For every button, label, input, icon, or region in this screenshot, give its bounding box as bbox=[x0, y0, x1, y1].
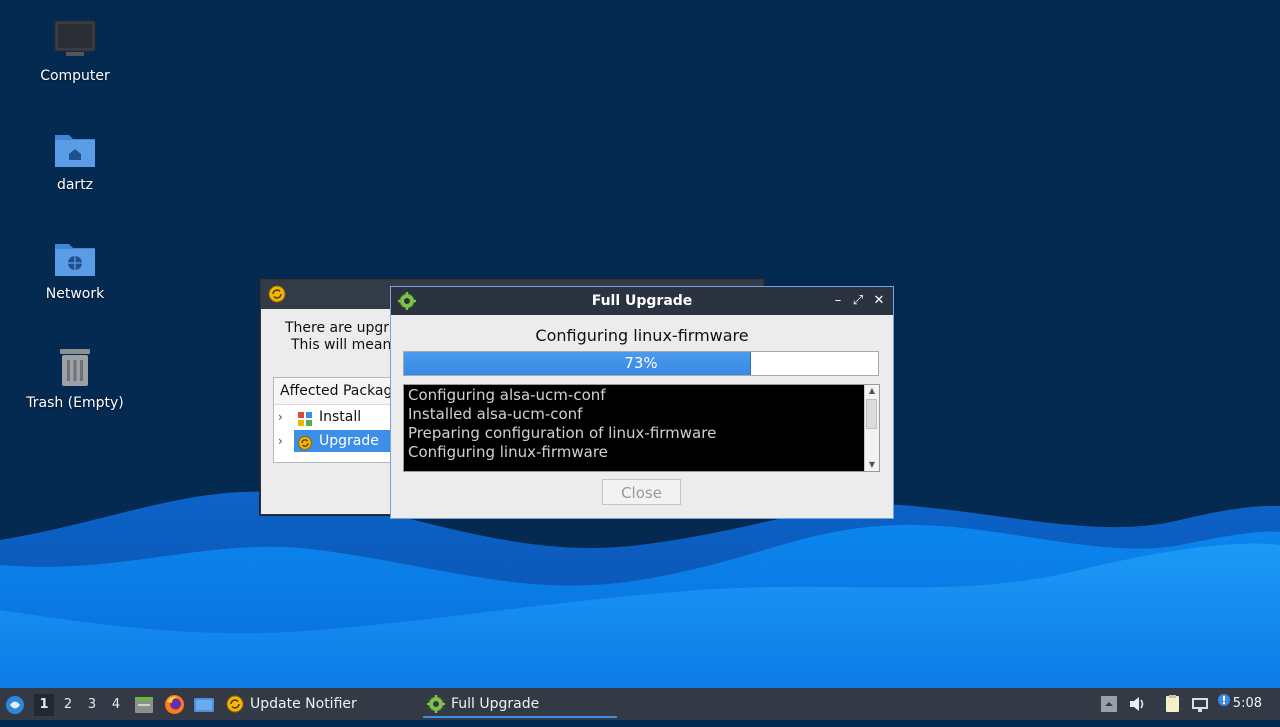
full-upgrade-window[interactable]: Full Upgrade – ⤢ ✕ Configuring linux-fir… bbox=[390, 286, 894, 519]
scroll-down-icon[interactable]: ▼ bbox=[865, 459, 879, 471]
tree-row-label: Upgrade bbox=[319, 433, 379, 449]
log-lines: Configuring alsa-ucm-conf Installed alsa… bbox=[408, 386, 716, 462]
chevron-right-icon[interactable]: › bbox=[278, 405, 283, 429]
notifier-message-line: This will mean bbox=[291, 337, 392, 353]
workspace-3[interactable]: 3 bbox=[82, 694, 102, 716]
desktop-icon-label: Trash (Empty) bbox=[26, 395, 124, 411]
close-window-button[interactable]: ✕ bbox=[871, 293, 887, 309]
clipboard-icon[interactable] bbox=[1163, 694, 1183, 714]
gear-icon bbox=[427, 695, 445, 713]
log-line: Installed alsa-ucm-conf bbox=[408, 405, 583, 423]
desktop-icon-label: Computer bbox=[40, 68, 110, 84]
desktop-icon-label: Network bbox=[45, 286, 105, 302]
workspace-2[interactable]: 2 bbox=[58, 694, 78, 716]
workspace-1[interactable]: 1 bbox=[34, 694, 54, 716]
start-menu-icon[interactable] bbox=[5, 695, 25, 715]
file-manager-launcher-icon[interactable] bbox=[134, 695, 154, 715]
update-notifier-icon bbox=[268, 285, 286, 303]
desktop-icon-home[interactable]: dartz bbox=[20, 127, 130, 193]
tree-row-label: Install bbox=[319, 409, 362, 425]
minimize-button[interactable]: – bbox=[830, 293, 846, 309]
log-output[interactable]: Configuring alsa-ucm-conf Installed alsa… bbox=[403, 384, 880, 472]
task-label: Update Notifier bbox=[250, 696, 357, 712]
update-notifier-icon bbox=[226, 695, 244, 713]
desktop-icon-trash[interactable]: Trash (Empty) bbox=[20, 345, 130, 411]
close-button[interactable]: Close bbox=[602, 479, 681, 505]
notifier-message-line: There are upgra bbox=[285, 320, 398, 336]
computer-icon bbox=[52, 18, 98, 64]
desktop-icon-network[interactable]: Network bbox=[20, 236, 130, 302]
desktop-icon-label: dartz bbox=[56, 177, 94, 193]
log-scrollbar[interactable]: ▲ ▼ bbox=[864, 385, 879, 471]
upgrade-icon bbox=[298, 434, 312, 450]
task-full-upgrade[interactable]: Full Upgrade bbox=[423, 688, 617, 720]
progress-bar: 73% bbox=[403, 351, 879, 376]
tray-expand-icon[interactable] bbox=[1099, 694, 1119, 714]
maximize-button[interactable]: ⤢ bbox=[850, 293, 866, 309]
home-folder-icon bbox=[52, 127, 98, 173]
log-line: Preparing configuration of linux-firmwar… bbox=[408, 424, 717, 442]
network-folder-icon bbox=[52, 236, 98, 282]
firefox-icon[interactable] bbox=[164, 694, 185, 715]
trash-icon bbox=[52, 345, 98, 391]
desktop: Computer dartz Network Trash (Empty) The… bbox=[0, 0, 1280, 688]
status-text: Configuring linux-firmware bbox=[535, 326, 749, 345]
desktop-icon-computer[interactable]: Computer bbox=[20, 18, 130, 84]
scroll-up-icon[interactable]: ▲ bbox=[865, 385, 879, 397]
full-upgrade-titlebar[interactable]: Full Upgrade – ⤢ ✕ bbox=[391, 287, 893, 315]
task-update-notifier[interactable]: Update Notifier bbox=[226, 688, 396, 720]
progress-label: 73% bbox=[624, 354, 658, 372]
install-icon bbox=[298, 410, 312, 426]
volume-icon[interactable] bbox=[1127, 694, 1147, 714]
notifier-message: There are upgra This will mean bbox=[285, 320, 398, 354]
taskbar: 1 2 3 4 Update Notifier Full Upgrade 5:0… bbox=[0, 688, 1280, 720]
chevron-right-icon[interactable]: › bbox=[278, 429, 283, 453]
clock[interactable]: 5:08 bbox=[1233, 688, 1262, 720]
active-task-indicator bbox=[423, 716, 617, 718]
scrollbar-thumb[interactable] bbox=[866, 399, 877, 429]
log-line: Configuring linux-firmware bbox=[408, 443, 608, 461]
workspace-4[interactable]: 4 bbox=[106, 694, 126, 716]
window-title: Full Upgrade bbox=[591, 293, 693, 309]
desktop-show-icon[interactable] bbox=[193, 695, 215, 715]
network-icon[interactable] bbox=[1190, 694, 1210, 714]
log-line: Configuring alsa-ucm-conf bbox=[408, 386, 606, 404]
